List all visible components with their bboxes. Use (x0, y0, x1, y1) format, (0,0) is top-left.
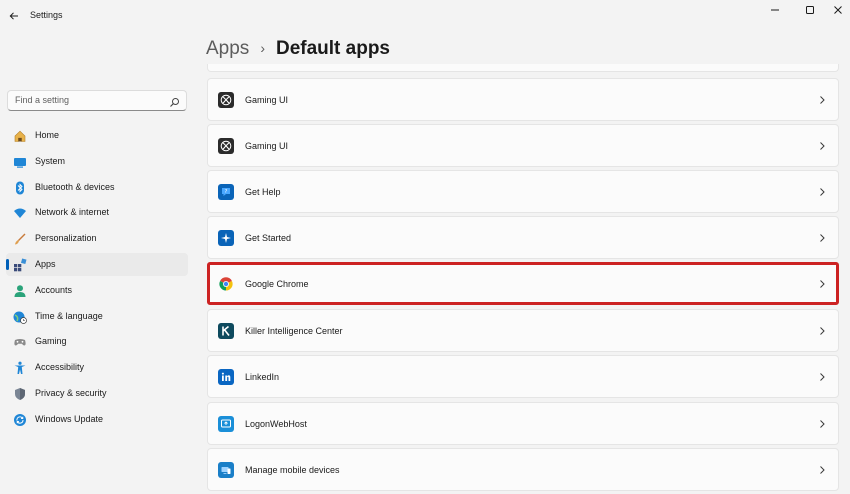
sidebar-item-label: Bluetooth & devices (35, 181, 115, 192)
sidebar-item-label: Apps (35, 258, 56, 269)
sidebar-item-label: Time & language (35, 310, 103, 321)
sidebar-item-label: Network & internet (35, 207, 110, 218)
back-arrow-icon (9, 12, 18, 20)
app-item-google-chrome[interactable]: Google Chrome (207, 262, 839, 305)
app-label: Gaming UI (245, 95, 289, 105)
apps-icon (13, 258, 27, 272)
globe-clock-icon (13, 310, 27, 324)
wifi-icon (13, 206, 27, 220)
app-label: Gaming UI (245, 141, 289, 151)
sidebar-item-network[interactable]: Network & internet (6, 201, 188, 224)
sidebar-item-label: Privacy & security (35, 387, 107, 398)
app-item-gaming-ui[interactable]: Gaming UI (207, 78, 839, 121)
chevron-right-icon (820, 142, 825, 150)
chevron-right-icon (820, 234, 825, 242)
mobile-devices-icon (218, 462, 234, 478)
sidebar-item-label: Gaming (35, 336, 67, 347)
killer-icon (218, 323, 234, 339)
minimize-button[interactable] (758, 0, 792, 20)
xbox-icon (218, 92, 234, 108)
maximize-icon (806, 6, 814, 14)
chevron-right-icon (820, 96, 825, 104)
accounts-icon (13, 284, 27, 298)
app-label: Get Help (245, 187, 281, 197)
sidebar-item-home[interactable]: Home (6, 124, 188, 147)
xbox-icon (218, 138, 234, 154)
back-button[interactable] (4, 6, 24, 26)
home-icon (13, 129, 27, 143)
app-item-logon-web-host[interactable]: LogonWebHost (207, 402, 839, 445)
breadcrumb-separator: › (260, 40, 265, 56)
list-item[interactable] (207, 64, 839, 72)
update-icon (13, 413, 27, 427)
sidebar-item-label: Accounts (35, 284, 73, 295)
sidebar-item-personalization[interactable]: Personalization (6, 227, 188, 250)
search-input[interactable]: Find a setting (7, 90, 187, 111)
app-item-get-help[interactable]: ? Get Help (207, 170, 839, 213)
title-bar: Settings (0, 0, 850, 32)
app-label: Manage mobile devices (245, 465, 340, 475)
app-label: Google Chrome (245, 279, 309, 289)
get-help-icon: ? (218, 184, 234, 200)
search-placeholder: Find a setting (15, 95, 70, 105)
breadcrumb-apps[interactable]: Apps (206, 38, 249, 60)
app-item-manage-mobile-devices[interactable]: Manage mobile devices (207, 448, 839, 491)
window-title: Settings (30, 10, 63, 20)
sidebar-item-label: Accessibility (35, 362, 85, 373)
svg-text:?: ? (225, 189, 228, 195)
sidebar-item-label: System (35, 155, 66, 166)
sidebar-item-system[interactable]: System (6, 150, 188, 173)
accessibility-icon (13, 361, 27, 375)
app-item-killer-intelligence-center[interactable]: Killer Intelligence Center (207, 309, 839, 352)
system-icon (13, 155, 27, 169)
chevron-right-icon (820, 466, 825, 474)
sidebar-item-label: Windows Update (35, 413, 104, 424)
sidebar-item-privacy-security[interactable]: Privacy & security (6, 382, 188, 405)
chevron-right-icon (820, 280, 825, 288)
sidebar-item-gaming[interactable]: Gaming (6, 330, 188, 353)
minimize-icon (771, 9, 779, 11)
sidebar-item-time-language[interactable]: Time & language (6, 305, 188, 328)
brush-icon (13, 232, 27, 246)
app-item-gaming-ui[interactable]: Gaming UI (207, 124, 839, 167)
sidebar-item-label: Personalization (35, 233, 97, 244)
get-started-icon (218, 230, 234, 246)
gamepad-icon (13, 335, 27, 349)
sidebar-item-accessibility[interactable]: Accessibility (6, 356, 188, 379)
app-label: LinkedIn (245, 372, 280, 382)
close-icon (834, 6, 842, 14)
search-icon[interactable] (169, 95, 180, 107)
bluetooth-icon (13, 181, 27, 195)
app-label: LogonWebHost (245, 419, 307, 429)
shield-icon (13, 387, 27, 401)
close-button[interactable] (821, 0, 850, 20)
app-label: Killer Intelligence Center (245, 326, 343, 336)
chrome-icon (218, 276, 234, 292)
page-title: Default apps (275, 38, 391, 59)
chevron-right-icon (820, 373, 825, 381)
sidebar-item-bluetooth[interactable]: Bluetooth & devices (6, 176, 188, 199)
sidebar-item-apps[interactable]: Apps (6, 252, 188, 276)
sidebar-nav: Home System Bluetooth & devices Network … (6, 124, 188, 434)
sidebar-item-label: Home (35, 130, 60, 140)
sidebar-item-accounts[interactable]: Accounts (6, 279, 188, 302)
app-label: Get Started (245, 233, 292, 243)
app-item-get-started[interactable]: Get Started (207, 216, 839, 259)
sidebar-item-windows-update[interactable]: Windows Update (6, 408, 188, 431)
chevron-right-icon (820, 327, 825, 335)
breadcrumb: Apps › Default apps (206, 36, 390, 62)
chevron-right-icon (820, 420, 825, 428)
linkedin-icon (218, 369, 234, 385)
chevron-right-icon (820, 188, 825, 196)
app-item-linkedin[interactable]: LinkedIn (207, 355, 839, 398)
logon-web-host-icon (218, 416, 234, 432)
